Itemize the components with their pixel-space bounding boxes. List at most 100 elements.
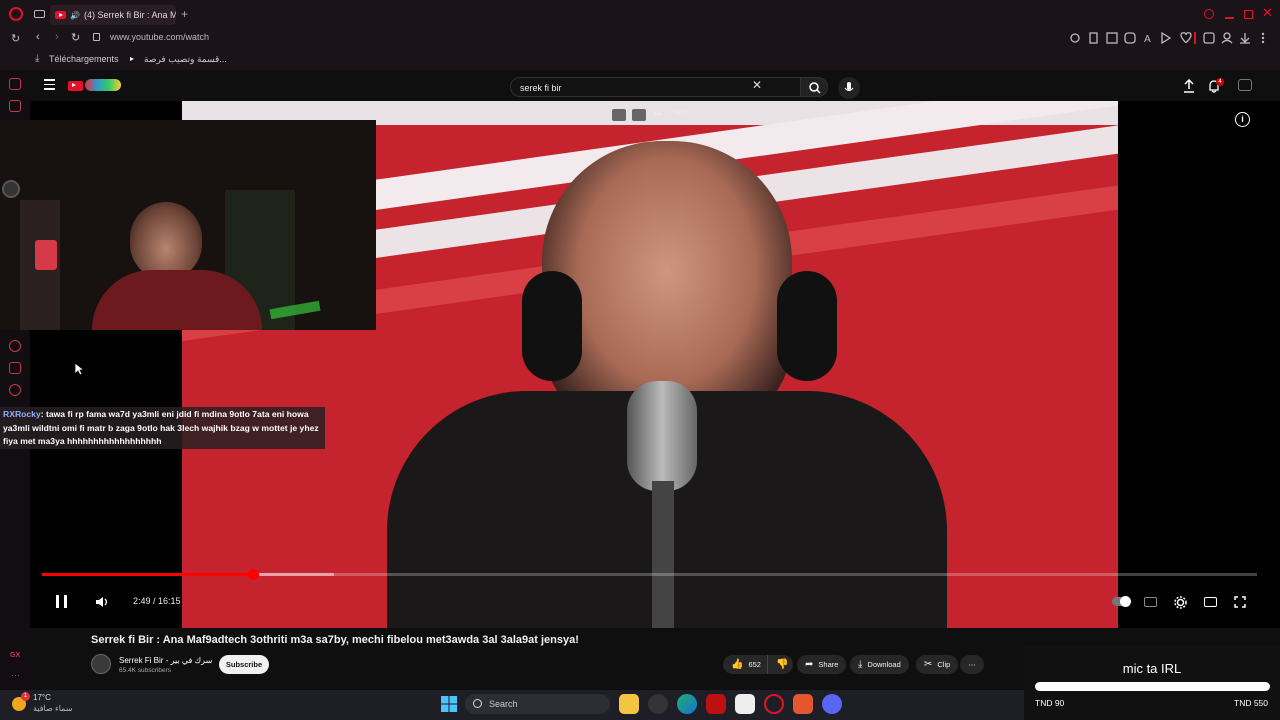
tab-youtube[interactable]: 🔊 (4) Serrek fi Bir : Ana M — [50, 5, 176, 25]
clip-button[interactable]: ✂ Clip — [916, 655, 959, 674]
weather-description: سماء صافية — [33, 704, 73, 713]
toolbar-icons[interactable]: A — [1068, 31, 1268, 45]
download-button[interactable]: ⤓ Download — [850, 655, 909, 674]
progress-played — [42, 573, 254, 576]
gx-label-icon[interactable]: GX — [10, 652, 20, 659]
mouse-cursor-icon — [74, 362, 84, 376]
goal-progress-bar — [1035, 682, 1270, 691]
theater-mode-icon[interactable] — [1204, 597, 1217, 607]
create-upload-icon[interactable] — [1183, 79, 1195, 93]
game-app-icon[interactable] — [706, 694, 726, 714]
lock-icon — [93, 33, 100, 41]
download-label: Download — [867, 660, 901, 669]
url-field[interactable]: www.youtube.com/watch — [110, 32, 209, 42]
more-actions-button[interactable]: ⋯ — [960, 655, 984, 674]
share-label: Share — [818, 660, 839, 669]
account-avatar[interactable] — [1238, 79, 1252, 91]
volume-icon[interactable] — [95, 595, 111, 609]
forward-icon[interactable]: › — [55, 31, 59, 43]
weather-badge: 1 — [21, 692, 30, 701]
bookmark-youtube[interactable]: قسمة وتصيب فرصة... — [144, 54, 227, 65]
youtube-favicon-icon — [55, 11, 66, 19]
voice-search-button[interactable] — [838, 77, 860, 99]
download-icon: ⤓ — [858, 659, 863, 670]
taskbar-search-icon — [473, 699, 482, 708]
reload-icon[interactable]: ↻ — [71, 31, 80, 44]
notification-count-badge: 4 — [1216, 78, 1224, 86]
microphone-icon — [844, 82, 854, 92]
more-icon[interactable]: ⋯ — [11, 670, 20, 681]
youtube-header: serek fi bir ✕ 4 — [30, 70, 1280, 102]
clear-search-icon[interactable]: ✕ — [752, 78, 762, 92]
tab-title: (4) Serrek fi Bir : Ana M — [83, 10, 176, 20]
maximize-icon[interactable] — [1244, 10, 1253, 19]
thumbs-down-icon: 👎 — [776, 659, 789, 670]
obs-icon[interactable] — [648, 694, 668, 714]
tab-overview-icon[interactable] — [34, 10, 45, 18]
more-dots-icon: ⋯ — [968, 660, 976, 669]
clip-label: Clip — [937, 660, 951, 669]
channel-name[interactable]: Serrek Fi Bir - سرك في بير — [119, 656, 212, 665]
minimize-icon[interactable] — [1225, 17, 1234, 19]
video-letterbox-right — [1118, 101, 1280, 628]
address-bar: ↻ ‹ › ↻ www.youtube.com/watch A — [0, 28, 1280, 48]
history-icon[interactable] — [9, 340, 21, 352]
hamburger-menu-icon[interactable] — [44, 79, 55, 90]
aria-icon[interactable] — [9, 78, 21, 90]
like-count: 652 — [748, 660, 761, 669]
settings-icon[interactable] — [9, 384, 21, 396]
rgx-label[interactable]: RGX — [674, 111, 687, 117]
subscribe-button[interactable]: Subscribe — [219, 655, 269, 674]
messenger-icon[interactable] — [9, 100, 21, 112]
scissors-icon: ✂ — [924, 659, 933, 670]
subscriber-count: 65.4K subscribers — [119, 667, 172, 674]
share-icon: ➦ — [805, 659, 814, 670]
chat-text: : tawa fi rp fama wa7d ya3mli eni jdid f… — [3, 409, 319, 446]
miniplayer-icon[interactable] — [612, 109, 626, 121]
video-title: Serrek fi Bir : Ana Maf9adtech 3othriti … — [91, 634, 579, 646]
edge-icon[interactable] — [677, 694, 697, 714]
goal-title: mic ta IRL — [1122, 661, 1182, 676]
thumbs-up-icon: 👍 — [731, 659, 744, 670]
search-tabs-icon[interactable] — [1204, 9, 1214, 19]
chat-message: RXRocky: tawa fi rp fama wa7d ya3mli eni… — [0, 407, 325, 449]
reload-pages-icon[interactable]: ↻ — [11, 32, 20, 45]
goal-min-amount: TND 90 — [1035, 698, 1065, 708]
file-explorer-icon[interactable] — [619, 694, 639, 714]
new-tab-button[interactable]: + — [181, 7, 188, 21]
weather-temperature[interactable]: 17°C — [33, 693, 51, 702]
cast-icon[interactable] — [632, 109, 646, 121]
subtitles-icon[interactable] — [1144, 597, 1157, 607]
extensions-icon[interactable] — [9, 362, 21, 374]
windows-start-icon[interactable] — [441, 696, 457, 712]
back-icon[interactable]: ‹ — [36, 31, 40, 43]
streamer-figure — [130, 202, 202, 280]
dislike-button[interactable]: 👎 — [767, 655, 793, 674]
discord-icon[interactable] — [822, 694, 842, 714]
channel-avatar[interactable] — [91, 654, 111, 674]
youtube-logo[interactable] — [68, 79, 122, 91]
bookmark-downloads[interactable]: Téléchargements — [49, 54, 119, 64]
share-button[interactable]: ➦ Share — [797, 655, 847, 674]
taskbar-search[interactable]: Search — [465, 694, 610, 714]
opera-menu-icon[interactable] — [9, 7, 23, 21]
headphones — [522, 271, 582, 381]
bookmarks-bar: ⤓ Téléchargements قسمة وتصيب فرصة... — [0, 48, 1280, 70]
autoplay-toggle[interactable] — [1112, 596, 1131, 607]
close-window-icon[interactable]: ✕ — [1262, 5, 1273, 21]
like-button[interactable]: 👍 652 — [723, 655, 767, 674]
skip-icon[interactable]: ⏭ — [654, 109, 661, 119]
download-bookmark-icon: ⤓ — [35, 53, 40, 64]
opera-icon[interactable] — [764, 694, 784, 714]
svg-text:A: A — [1144, 34, 1151, 45]
search-button[interactable] — [800, 77, 828, 97]
pause-icon[interactable] — [56, 595, 67, 608]
info-icon[interactable]: i — [1235, 112, 1250, 127]
brave-icon[interactable] — [793, 694, 813, 714]
pc-app-icon[interactable] — [735, 694, 755, 714]
fullscreen-icon[interactable] — [1234, 596, 1246, 608]
settings-gear-icon[interactable] — [1174, 596, 1187, 609]
browser-title-bar: 🔊 (4) Serrek fi Bir : Ana M + ✕ — [0, 0, 1280, 28]
speaker-icon: 🔊 — [70, 10, 80, 20]
time-display: 2:49 / 16:15 — [133, 596, 181, 606]
